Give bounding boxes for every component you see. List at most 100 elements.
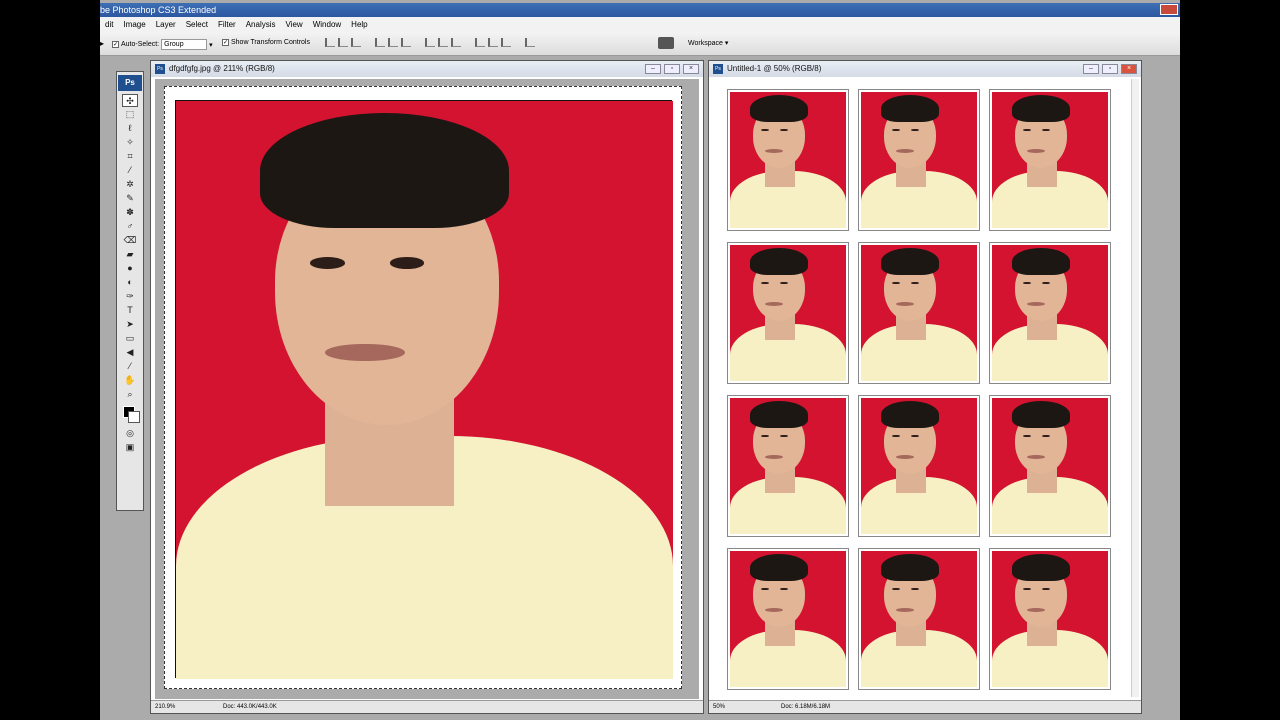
vertical-scrollbar[interactable] bbox=[1131, 79, 1139, 697]
tool-19-icon[interactable]: ◀ bbox=[122, 346, 138, 359]
hair bbox=[749, 94, 808, 122]
tool-20-icon[interactable]: ⁄ bbox=[122, 360, 138, 373]
bridge-icon[interactable] bbox=[658, 37, 674, 49]
align-buttons bbox=[325, 38, 535, 47]
align-hcenter-icon[interactable] bbox=[388, 38, 398, 47]
document-title-bar: Ps dfgdfgfg.jpg @ 211% (RGB/8) – ▫ × bbox=[151, 61, 703, 77]
passport-photo[interactable] bbox=[858, 395, 980, 537]
tool-2-icon[interactable]: ⬚ bbox=[122, 108, 138, 121]
menu-item-view[interactable]: View bbox=[281, 17, 308, 32]
minimize-button[interactable]: – bbox=[645, 64, 661, 74]
menu-item-layer[interactable]: Layer bbox=[151, 17, 181, 32]
tool-5-icon[interactable]: ⌗ bbox=[122, 150, 138, 163]
distribute-vcenter-icon[interactable] bbox=[438, 38, 448, 47]
zoom-level[interactable]: 210.9% bbox=[155, 701, 175, 713]
document-status-bar: 50% Doc: 6.18M/6.18M bbox=[709, 700, 1141, 713]
auto-select-checkbox[interactable]: ✓ bbox=[112, 41, 119, 48]
canvas-area bbox=[155, 79, 699, 699]
distribute-right-icon[interactable] bbox=[501, 38, 511, 47]
menu-item-analysis[interactable]: Analysis bbox=[241, 17, 281, 32]
tool-14-icon[interactable]: ◐ bbox=[122, 276, 138, 289]
tool-4-icon[interactable]: ✧ bbox=[122, 136, 138, 149]
left-eye bbox=[310, 257, 345, 269]
hair bbox=[749, 247, 808, 275]
tool-13-icon[interactable]: ● bbox=[122, 262, 138, 275]
tool-21-icon[interactable]: ✋ bbox=[122, 374, 138, 387]
screen-mode-icon[interactable]: ▣ bbox=[122, 441, 138, 454]
distribute-hcenter-icon[interactable] bbox=[488, 38, 498, 47]
tool-9-icon[interactable]: ✽ bbox=[122, 206, 138, 219]
align-right-icon[interactable] bbox=[401, 38, 411, 47]
quick-mask-icon[interactable]: ◎ bbox=[122, 427, 138, 440]
hair bbox=[880, 94, 939, 122]
tool-7-icon[interactable]: ✲ bbox=[122, 178, 138, 191]
tool-16-icon[interactable]: T bbox=[122, 304, 138, 317]
color-swatches[interactable] bbox=[117, 402, 143, 426]
portrait-photo[interactable] bbox=[175, 100, 673, 679]
close-button[interactable]: × bbox=[683, 64, 699, 74]
tool-15-icon[interactable]: ✑ bbox=[122, 290, 138, 303]
show-transform-checkbox[interactable]: ✓ bbox=[222, 39, 229, 46]
portrait-image bbox=[861, 551, 977, 687]
auto-select-label: Auto-Select: bbox=[121, 41, 160, 48]
portrait-image bbox=[992, 245, 1108, 381]
tool-17-icon[interactable]: ➤ bbox=[122, 318, 138, 331]
tool-8-icon[interactable]: ✎ bbox=[122, 192, 138, 205]
background-color[interactable] bbox=[128, 411, 140, 423]
tool-6-icon[interactable]: ⁄ bbox=[122, 164, 138, 177]
align-bottom-icon[interactable] bbox=[351, 38, 361, 47]
workspace-button[interactable]: Workspace ▾ bbox=[688, 39, 728, 47]
passport-photo[interactable] bbox=[727, 548, 849, 690]
distribute-left-icon[interactable] bbox=[475, 38, 485, 47]
passport-photo[interactable] bbox=[989, 395, 1111, 537]
tool-3-icon[interactable]: ℓ bbox=[122, 122, 138, 135]
menu-item-dit[interactable]: dit bbox=[100, 17, 118, 32]
tool-12-icon[interactable]: ▰ bbox=[122, 248, 138, 261]
auto-select-dropdown[interactable]: Group bbox=[161, 39, 208, 50]
maximize-button[interactable]: ▫ bbox=[664, 64, 680, 74]
minimize-button[interactable]: – bbox=[1083, 64, 1099, 74]
align-vcenter-icon[interactable] bbox=[338, 38, 348, 47]
menu-item-filter[interactable]: Filter bbox=[213, 17, 241, 32]
portrait-image bbox=[730, 245, 846, 381]
menu-item-help[interactable]: Help bbox=[346, 17, 372, 32]
hair bbox=[749, 553, 808, 581]
passport-photo[interactable] bbox=[727, 395, 849, 537]
align-left-icon[interactable] bbox=[375, 38, 385, 47]
close-button[interactable]: × bbox=[1121, 64, 1137, 74]
align-top-icon[interactable] bbox=[325, 38, 335, 47]
passport-photo[interactable] bbox=[989, 89, 1111, 231]
hair bbox=[1011, 400, 1070, 428]
menubar: dit Image Layer Select Filter Analysis View Win… bbox=[100, 17, 1180, 32]
tool-11-icon[interactable]: ⌫ bbox=[122, 234, 138, 247]
tool-18-icon[interactable]: ▭ bbox=[122, 332, 138, 345]
menu-item-image[interactable]: Image bbox=[118, 17, 150, 32]
auto-align-icon[interactable] bbox=[525, 38, 535, 47]
doc-size-info[interactable]: Doc: 443.0K/443.0K bbox=[223, 701, 277, 713]
show-transform-option[interactable]: ✓ Show Transform Controls bbox=[222, 39, 310, 46]
hair bbox=[1011, 247, 1070, 275]
tool-10-icon[interactable]: ♂ bbox=[122, 220, 138, 233]
close-window-button[interactable] bbox=[1160, 4, 1178, 15]
passport-photo[interactable] bbox=[989, 548, 1111, 690]
portrait-image bbox=[992, 398, 1108, 534]
menu-item-window[interactable]: Window bbox=[308, 17, 346, 32]
portrait-image bbox=[861, 92, 977, 228]
passport-photo[interactable] bbox=[858, 548, 980, 690]
maximize-button[interactable]: ▫ bbox=[1102, 64, 1118, 74]
menu-item-select[interactable]: Select bbox=[181, 17, 213, 32]
doc-size-info[interactable]: Doc: 6.18M/6.18M bbox=[781, 701, 830, 713]
auto-select-option[interactable]: ✓ Auto-Select: Group ▾ bbox=[112, 39, 213, 50]
tool-22-icon[interactable]: ⌕ bbox=[122, 388, 138, 401]
show-transform-label: Show Transform Controls bbox=[231, 39, 310, 46]
passport-photo[interactable] bbox=[858, 242, 980, 384]
passport-photo[interactable] bbox=[727, 242, 849, 384]
passport-photo[interactable] bbox=[727, 89, 849, 231]
passport-photo[interactable] bbox=[858, 89, 980, 231]
distribute-bottom-icon[interactable] bbox=[451, 38, 461, 47]
passport-photo[interactable] bbox=[989, 242, 1111, 384]
distribute-top-icon[interactable] bbox=[425, 38, 435, 47]
window-titlebar: be Photoshop CS3 Extended bbox=[100, 3, 1180, 17]
tool-1-icon[interactable]: ✣ bbox=[122, 94, 138, 107]
zoom-level[interactable]: 50% bbox=[713, 701, 725, 713]
